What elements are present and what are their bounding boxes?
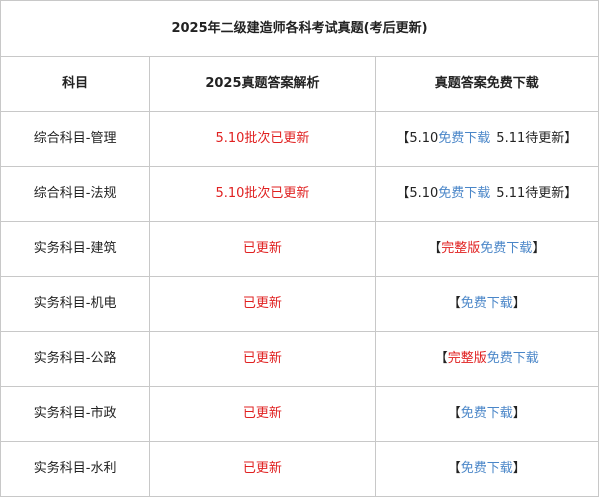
analysis-status[interactable]: 已更新 <box>149 386 376 442</box>
bracket-open: 【 <box>396 131 410 146</box>
header-analysis: 2025真题答案解析 <box>149 56 376 112</box>
pending-status: 待更新 <box>525 131 565 146</box>
free-download-link[interactable]: 免费下载 <box>461 296 513 311</box>
table-row: 实务科目-水利 已更新 【免费下载】 <box>0 441 600 497</box>
free-download-link[interactable]: 免费下载 <box>438 186 490 201</box>
header-download: 真题答案免费下载 <box>374 56 600 112</box>
bracket-open: 【 <box>434 351 448 366</box>
batch-date: 5.11 <box>496 186 526 201</box>
subject-cell: 实务科目-公路 <box>0 331 151 387</box>
table-title-row: 2025年二级建造师各科考试真题(考后更新) <box>0 0 599 57</box>
table-row: 综合科目-法规 5.10批次已更新 【5.10免费下载 5.11待更新】 <box>0 166 600 222</box>
table-header-row: 科目 2025真题答案解析 真题答案免费下载 <box>0 56 600 112</box>
free-download-link[interactable]: 免费下载 <box>487 351 539 366</box>
subject-cell: 实务科目-水利 <box>0 441 151 497</box>
full-version-link[interactable]: 完整版 <box>441 241 480 256</box>
download-cell: 【完整版免费下载】 <box>374 221 600 277</box>
subject-cell: 实务科目-机电 <box>0 276 151 332</box>
table-row: 综合科目-管理 5.10批次已更新 【5.10免费下载 5.11待更新】 <box>0 111 600 167</box>
download-cell: 【5.10免费下载 5.11待更新】 <box>374 166 600 222</box>
pending-status: 待更新 <box>525 186 565 201</box>
analysis-status[interactable]: 已更新 <box>149 441 376 497</box>
free-download-link[interactable]: 免费下载 <box>461 406 513 421</box>
bracket-close: 】 <box>512 296 526 311</box>
table-title: 2025年二级建造师各科考试真题(考后更新) <box>0 0 599 57</box>
table-row: 实务科目-市政 已更新 【免费下载】 <box>0 386 600 442</box>
batch-date: 5.11 <box>496 131 526 146</box>
batch-date: 5.10 <box>409 131 439 146</box>
bracket-close: 】 <box>564 186 578 201</box>
analysis-status[interactable]: 5.10批次已更新 <box>149 166 376 222</box>
download-cell: 【免费下载】 <box>374 276 600 332</box>
download-cell: 【5.10免费下载 5.11待更新】 <box>374 111 600 167</box>
bracket-close: 】 <box>564 131 578 146</box>
analysis-status[interactable]: 已更新 <box>149 276 376 332</box>
bracket-open: 【 <box>447 461 461 476</box>
download-cell: 【免费下载】 <box>374 441 600 497</box>
bracket-open: 【 <box>428 241 442 256</box>
table-row: 实务科目-机电 已更新 【免费下载】 <box>0 276 600 332</box>
free-download-link[interactable]: 免费下载 <box>461 461 513 476</box>
download-cell: 【完整版免费下载 <box>374 331 600 387</box>
bracket-open: 【 <box>396 186 410 201</box>
analysis-status[interactable]: 已更新 <box>149 331 376 387</box>
subject-cell: 综合科目-法规 <box>0 166 151 222</box>
bracket-close: 】 <box>512 461 526 476</box>
bracket-close: 】 <box>512 406 526 421</box>
bracket-open: 【 <box>447 296 461 311</box>
free-download-link[interactable]: 免费下载 <box>438 131 490 146</box>
batch-date: 5.10 <box>409 186 439 201</box>
free-download-link[interactable]: 免费下载 <box>480 241 532 256</box>
full-version-link[interactable]: 完整版 <box>448 351 487 366</box>
subject-cell: 综合科目-管理 <box>0 111 151 167</box>
header-subject: 科目 <box>0 56 151 112</box>
subject-cell: 实务科目-建筑 <box>0 221 151 277</box>
analysis-status[interactable]: 已更新 <box>149 221 376 277</box>
table-row: 实务科目-公路 已更新 【完整版免费下载 <box>0 331 600 387</box>
bracket-close: 】 <box>532 241 546 256</box>
table-row: 实务科目-建筑 已更新 【完整版免费下载】 <box>0 221 600 277</box>
exam-table: 2025年二级建造师各科考试真题(考后更新) 科目 2025真题答案解析 真题答… <box>0 0 600 497</box>
bracket-open: 【 <box>447 406 461 421</box>
subject-cell: 实务科目-市政 <box>0 386 151 442</box>
download-cell: 【免费下载】 <box>374 386 600 442</box>
analysis-status[interactable]: 5.10批次已更新 <box>149 111 376 167</box>
